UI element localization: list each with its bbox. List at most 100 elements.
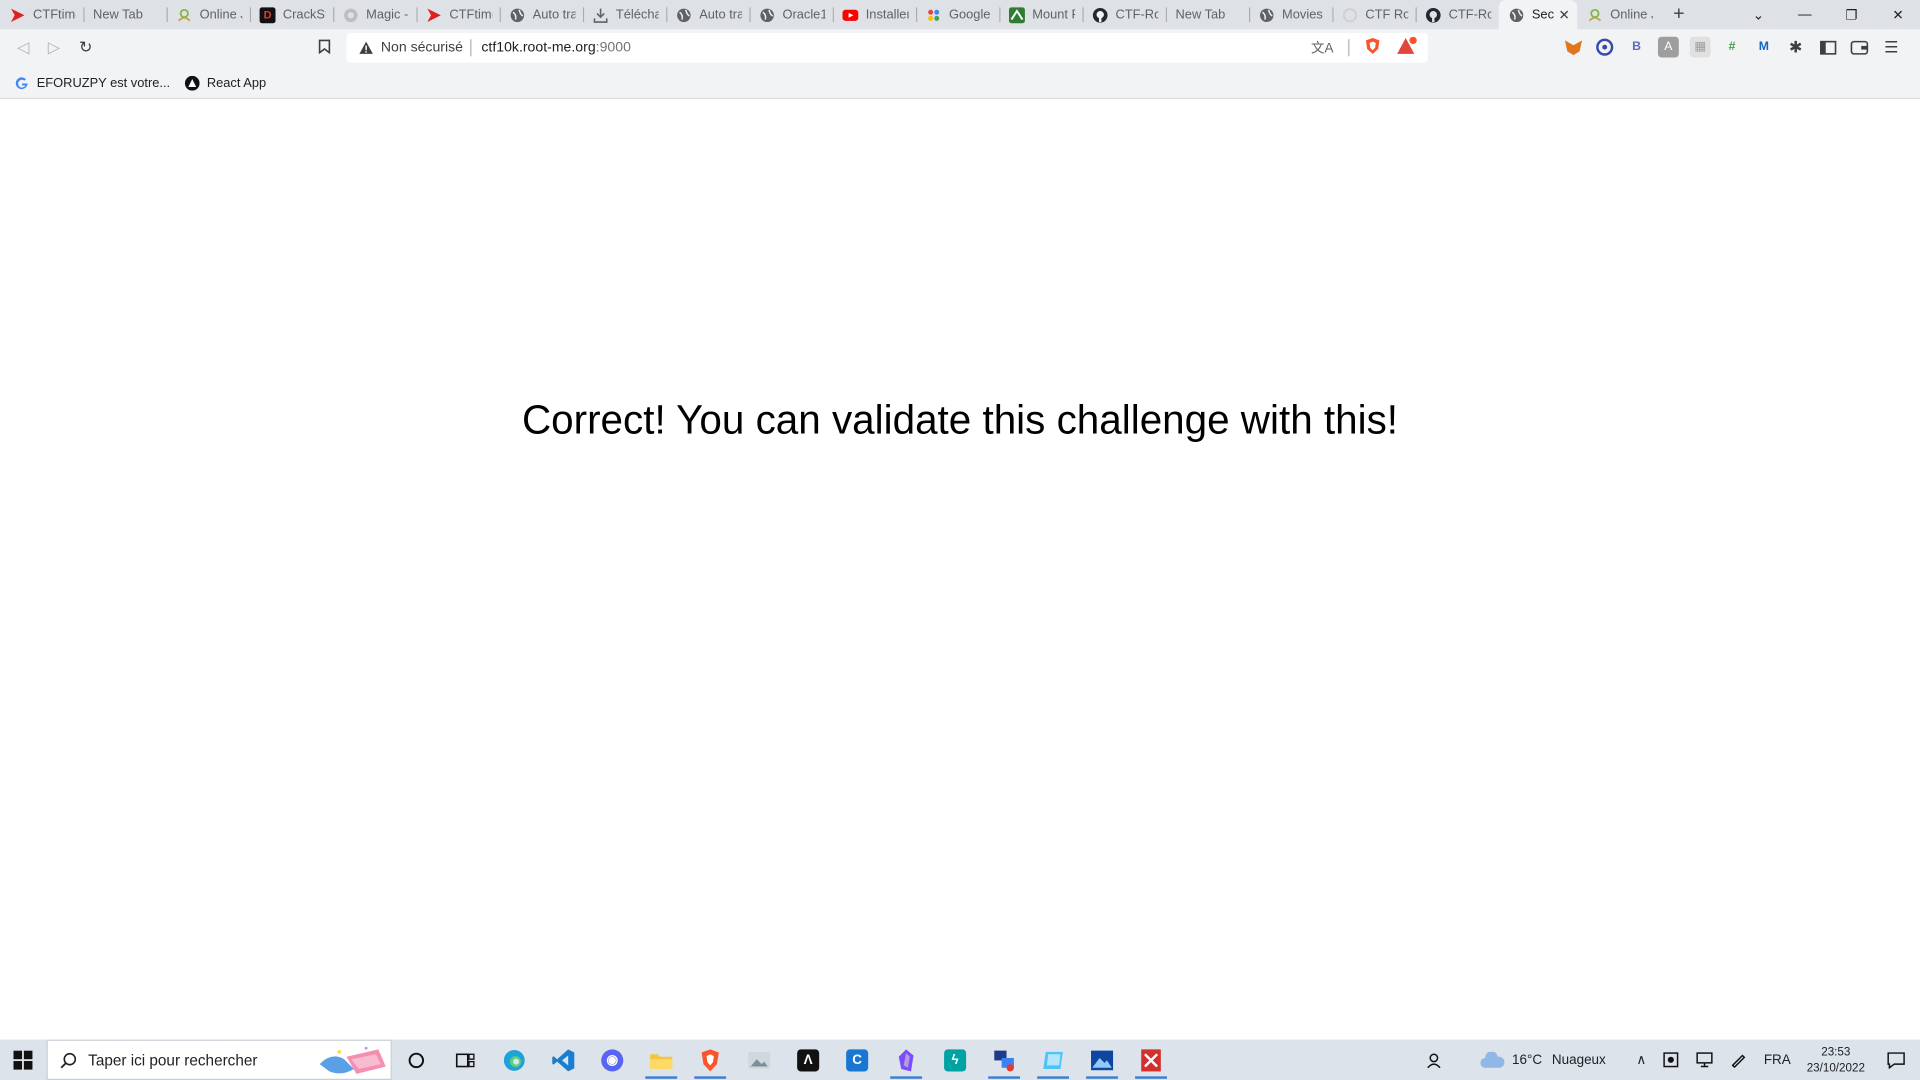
tab[interactable]: Google L (915, 0, 999, 29)
translate-icon[interactable]: 文A (1311, 38, 1333, 58)
tab-active[interactable]: Secu ✕ (1498, 0, 1578, 30)
taskbar-app-vscode[interactable] (539, 1040, 588, 1080)
edge-icon (503, 1049, 525, 1071)
extension-circle-icon[interactable] (1594, 37, 1615, 58)
extension-light-icon[interactable]: ▦ (1689, 36, 1711, 58)
security-label[interactable]: Non sécurisé (381, 40, 463, 55)
tab-search-button[interactable]: ⌄ (1736, 0, 1780, 29)
tab[interactable]: CTFtime (416, 0, 499, 29)
weather-temp: 16°C (1511, 1052, 1543, 1068)
extension-gray-icon[interactable]: A (1657, 36, 1679, 58)
start-button[interactable] (0, 1040, 47, 1080)
tab[interactable]: Online Ja (1577, 0, 1660, 29)
tab[interactable]: CTF-Roo (1415, 0, 1499, 29)
cortana-button[interactable] (392, 1040, 441, 1080)
tab-title: Installer (865, 7, 909, 23)
globe-icon (759, 7, 775, 23)
language-indicator[interactable]: FRA (1764, 1052, 1791, 1067)
tab[interactable]: Téléchar (582, 0, 666, 29)
taskbar-app-pdf[interactable] (1127, 1040, 1176, 1080)
reload-icon: ↻ (79, 37, 93, 57)
taskbar-app-explorer[interactable] (637, 1040, 686, 1080)
wallet-icon[interactable] (1849, 37, 1870, 58)
bookmarks-bar: EFORUZPY est votre... React App (0, 67, 1920, 100)
tab[interactable]: New Tab (1165, 0, 1249, 29)
bookmark-label: EFORUZPY est votre... (36, 75, 171, 91)
people-icon[interactable] (1426, 1051, 1443, 1068)
tab[interactable]: Oracle1 (749, 0, 832, 29)
divider (1348, 39, 1350, 57)
taskbar-app-discord[interactable]: ◉ (588, 1040, 637, 1080)
puzzle-icon[interactable]: ✱ (1785, 37, 1806, 58)
clock-time: 23:53 (1821, 1045, 1851, 1059)
tab-title: Mount F (1032, 7, 1076, 23)
tab[interactable]: Mount F (999, 0, 1082, 29)
bookmark-item[interactable]: React App (184, 75, 266, 91)
forward-button[interactable]: ▷ (43, 37, 65, 59)
reload-button[interactable]: ↻ (75, 37, 97, 59)
restore-button[interactable]: ❐ (1829, 0, 1873, 29)
taskbar-app-notes[interactable] (1029, 1040, 1078, 1080)
search-icon (60, 1052, 77, 1068)
ctftime-icon (10, 7, 26, 23)
taskbar-app-obsidian[interactable] (882, 1040, 931, 1080)
bolt-app-icon: ϟ (944, 1048, 967, 1071)
tab[interactable]: Auto tra (666, 0, 749, 29)
weather-widget[interactable]: 16°C Nuageux (1479, 1051, 1606, 1068)
tab[interactable]: CTF Roo (1332, 0, 1415, 29)
bookmark-button[interactable] (313, 37, 335, 59)
network-icon[interactable] (1696, 1052, 1714, 1068)
tab[interactable]: Movies F (1248, 0, 1332, 29)
extension-green-icon[interactable]: # (1722, 37, 1743, 58)
taskbar-search[interactable]: Taper ici pour rechercher (46, 1039, 392, 1080)
taskbar-app-teal[interactable]: ϟ (931, 1040, 980, 1080)
menu-icon[interactable]: ☰ (1881, 37, 1902, 58)
extension-m-icon[interactable]: M (1753, 37, 1774, 58)
tab[interactable]: D CrackSta (249, 0, 333, 29)
tab[interactable]: Installer (832, 0, 916, 29)
pen-icon[interactable] (1731, 1052, 1747, 1068)
chevron-up-icon[interactable]: ∧ (1636, 1052, 1646, 1068)
tray-app-icon[interactable] (1663, 1052, 1679, 1068)
brave-shields-icon[interactable] (1364, 37, 1381, 59)
tab[interactable]: CTFtime (0, 0, 83, 29)
clock[interactable]: 23:53 23/10/2022 (1807, 1044, 1865, 1076)
taskbar-app-photos[interactable] (735, 1040, 784, 1080)
taskbar-app-arch[interactable]: Λ (784, 1040, 833, 1080)
brave-rewards-icon[interactable] (1396, 36, 1418, 59)
taskbar-app-c[interactable]: C (833, 1040, 882, 1080)
globe-icon (509, 7, 525, 23)
close-window-button[interactable]: ✕ (1876, 0, 1920, 29)
task-view-button[interactable] (441, 1040, 490, 1080)
close-tab-icon[interactable]: ✕ (1559, 7, 1570, 23)
bookmark-item[interactable]: EFORUZPY est votre... (15, 75, 170, 90)
tab-title: CrackSta (282, 7, 326, 23)
taskbar-app-network[interactable] (980, 1040, 1029, 1080)
cortana-icon (408, 1052, 425, 1068)
download-icon (593, 7, 609, 23)
taskbar-app-brave[interactable] (686, 1040, 735, 1080)
react-app-icon (184, 75, 200, 91)
new-tab-button[interactable]: + (1660, 0, 1697, 29)
search-highlight-illustration (319, 1046, 386, 1074)
tab[interactable]: Online Ja (166, 0, 250, 29)
arch-icon: Λ (797, 1048, 820, 1071)
minimize-button[interactable]: — (1783, 0, 1827, 29)
taskbar-app-image[interactable] (1078, 1040, 1127, 1080)
tab[interactable]: CTF-Roo (1082, 0, 1165, 29)
tab-title: CTFtime (449, 7, 492, 23)
tab[interactable]: Auto tra (499, 0, 583, 29)
google-lens-icon (926, 7, 942, 23)
tab[interactable]: New Tab (83, 0, 166, 29)
image-viewer-icon (1091, 1050, 1114, 1070)
address-bar[interactable]: Non sécurisé ctf10k.root-me.org:9000 文A (346, 33, 1428, 63)
taskbar-app-edge[interactable] (490, 1040, 539, 1080)
extension-b-icon[interactable]: B (1626, 37, 1647, 58)
sidebar-icon[interactable] (1817, 37, 1838, 58)
metamask-icon[interactable] (1562, 37, 1583, 58)
system-tray: 16°C Nuageux ∧ FRA 23:53 23/10/2022 (1418, 1040, 1920, 1080)
pdf-icon (1141, 1048, 1161, 1071)
back-button[interactable]: ◁ (12, 37, 34, 59)
notifications-icon[interactable] (1887, 1051, 1905, 1069)
tab[interactable]: Magic - (333, 0, 416, 29)
